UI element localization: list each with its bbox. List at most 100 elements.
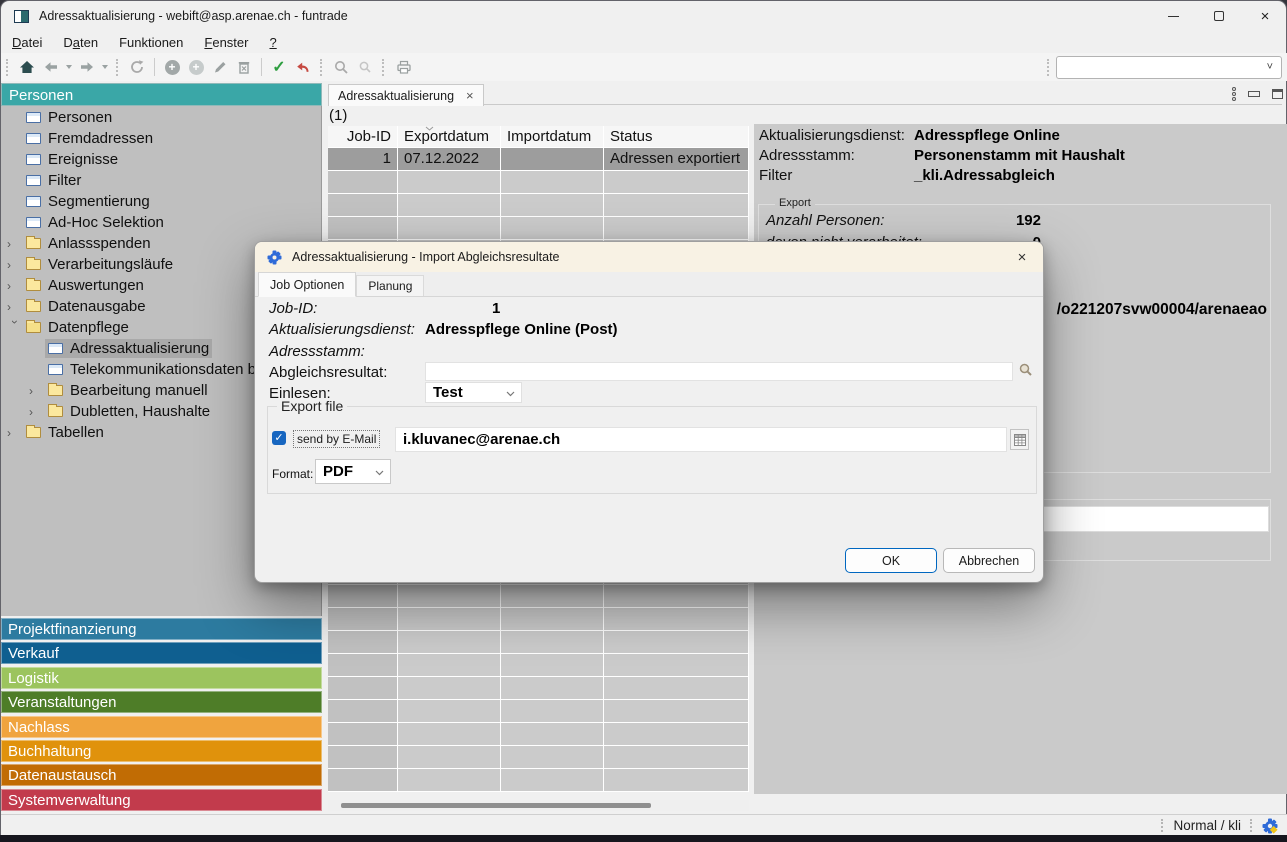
table-cell xyxy=(501,194,604,217)
toolbar-grip[interactable] xyxy=(382,59,386,76)
dialog-tab-job-optionen[interactable]: Job Optionen xyxy=(258,272,356,297)
folder-icon xyxy=(48,385,63,396)
column-header-exportdatum[interactable]: Exportdatum xyxy=(398,126,501,148)
sort-indicator-icon[interactable] xyxy=(425,118,434,136)
undo-button[interactable] xyxy=(291,55,315,79)
taskbar-edge xyxy=(0,835,1287,842)
table-cell xyxy=(604,746,749,769)
back-button[interactable] xyxy=(39,55,63,79)
email-lookup-button[interactable] xyxy=(1010,429,1029,450)
confirm-button[interactable]: ✓ xyxy=(267,55,291,79)
toolbar-grip[interactable] xyxy=(116,59,120,76)
horizontal-scrollbar[interactable] xyxy=(328,800,749,811)
table-row[interactable] xyxy=(328,171,749,194)
chevron-right-icon[interactable]: › xyxy=(7,237,23,251)
table-row[interactable] xyxy=(328,677,749,700)
column-header-job-id[interactable]: Job-ID xyxy=(328,126,398,148)
search-button[interactable] xyxy=(329,55,353,79)
minimize-button[interactable] xyxy=(1150,1,1196,31)
close-button[interactable]: × xyxy=(1242,1,1287,31)
table-row[interactable] xyxy=(328,700,749,723)
module-nachlass[interactable]: Nachlass xyxy=(1,716,322,738)
email-input[interactable]: i.kluvanec@arenae.ch xyxy=(395,427,1007,452)
forward-button[interactable] xyxy=(75,55,99,79)
table-row[interactable] xyxy=(328,746,749,769)
column-header-importdatum[interactable]: Importdatum xyxy=(501,126,604,148)
toolbar-grip[interactable] xyxy=(6,59,10,76)
tree-item-segmentierung[interactable]: Segmentierung xyxy=(1,191,322,212)
menu-help[interactable]: ? xyxy=(266,34,279,51)
table-row[interactable] xyxy=(328,769,749,792)
window-list-menu-icon[interactable] xyxy=(1232,86,1236,102)
table-cell xyxy=(398,631,501,654)
abgleichsresultat-input[interactable] xyxy=(425,362,1013,381)
print-button[interactable] xyxy=(391,55,415,79)
cancel-button[interactable]: Abbrechen xyxy=(943,548,1035,573)
lookup-icon[interactable] xyxy=(1018,362,1033,382)
chevron-right-icon[interactable]: › xyxy=(7,426,23,440)
delete-button[interactable] xyxy=(232,55,256,79)
module-switcher: Projektfinanzierung Verkauf Logistik Ver… xyxy=(1,618,322,813)
tab-adressaktualisierung[interactable]: Adressaktualisierung × xyxy=(328,84,484,106)
toolbar-grip[interactable] xyxy=(320,59,324,76)
maximize-button[interactable] xyxy=(1196,1,1242,31)
send-by-email-label[interactable]: send by E-Mail xyxy=(293,430,380,448)
table-row[interactable] xyxy=(328,654,749,677)
refresh-button[interactable] xyxy=(125,55,149,79)
chevron-right-icon[interactable]: › xyxy=(7,279,23,293)
tree-item-adhoc-selektion[interactable]: Ad-Hoc Selektion xyxy=(1,212,322,233)
back-dropdown-button[interactable] xyxy=(63,55,75,79)
menu-daten[interactable]: Daten xyxy=(60,34,101,51)
tree-item-personen[interactable]: Personen xyxy=(1,107,322,128)
dialog-close-button[interactable]: × xyxy=(1001,242,1043,272)
add-button[interactable]: + xyxy=(160,55,184,79)
module-veranstaltungen[interactable]: Veranstaltungen xyxy=(1,691,322,713)
toolbar-grip[interactable] xyxy=(1047,59,1051,76)
table-row-selected[interactable]: 1 07.12.2022 Adressen exportiert xyxy=(328,148,749,171)
chevron-right-icon[interactable]: › xyxy=(29,384,45,398)
module-datenaustausch[interactable]: Datenaustausch xyxy=(1,764,322,786)
chevron-right-icon[interactable]: › xyxy=(7,258,23,272)
dialog-tab-planung[interactable]: Planung xyxy=(356,275,424,296)
table-cell xyxy=(398,194,501,217)
table-row[interactable] xyxy=(328,217,749,240)
table-row[interactable] xyxy=(328,723,749,746)
module-buchhaltung[interactable]: Buchhaltung xyxy=(1,740,322,762)
mdi-restore-icon[interactable] xyxy=(1272,89,1283,99)
chevron-right-icon[interactable]: › xyxy=(7,300,23,314)
scrollbar-thumb[interactable] xyxy=(341,803,651,808)
table-row[interactable] xyxy=(328,585,749,608)
send-by-email-checkbox[interactable]: ✓ xyxy=(272,431,286,445)
einlesen-dropdown[interactable]: Test xyxy=(425,382,522,403)
tab-close-icon[interactable]: × xyxy=(466,89,474,102)
edit-button[interactable] xyxy=(208,55,232,79)
module-verkauf[interactable]: Verkauf xyxy=(1,642,322,664)
tree-item-fremdadressen[interactable]: Fremdadressen xyxy=(1,128,322,149)
add-secondary-button[interactable]: + xyxy=(184,55,208,79)
ok-button[interactable]: OK xyxy=(845,548,937,573)
menu-funktionen[interactable]: Funktionen xyxy=(116,34,186,51)
mdi-minimize-icon[interactable] xyxy=(1248,91,1260,97)
forward-dropdown-button[interactable] xyxy=(99,55,111,79)
table-row[interactable] xyxy=(328,631,749,654)
menu-datei[interactable]: Datei xyxy=(9,34,45,51)
chevron-right-icon[interactable]: › xyxy=(29,405,45,419)
chevron-down-icon[interactable]: › xyxy=(8,320,22,336)
module-systemverwaltung[interactable]: Systemverwaltung xyxy=(1,789,322,811)
module-projektfinanzierung[interactable]: Projektfinanzierung xyxy=(1,618,322,640)
search-secondary-button[interactable] xyxy=(353,55,377,79)
table-row[interactable] xyxy=(328,608,749,631)
format-label: Format: xyxy=(272,467,313,481)
tree-item-ereignisse[interactable]: Ereignisse xyxy=(1,149,322,170)
folder-icon xyxy=(26,427,41,438)
home-button[interactable] xyxy=(15,55,39,79)
column-header-status[interactable]: Status xyxy=(604,126,749,148)
app-window: Adressaktualisierung - webift@asp.arenae… xyxy=(0,0,1287,835)
table-row[interactable] xyxy=(328,194,749,217)
tree-item-filter[interactable]: Filter xyxy=(1,170,322,191)
menu-fenster[interactable]: Fenster xyxy=(201,34,251,51)
format-dropdown[interactable]: PDF xyxy=(315,459,391,484)
quick-search-combobox[interactable]: ˅ xyxy=(1056,56,1282,79)
module-logistik[interactable]: Logistik xyxy=(1,667,322,689)
settings-gear-icon[interactable] xyxy=(1262,818,1278,834)
